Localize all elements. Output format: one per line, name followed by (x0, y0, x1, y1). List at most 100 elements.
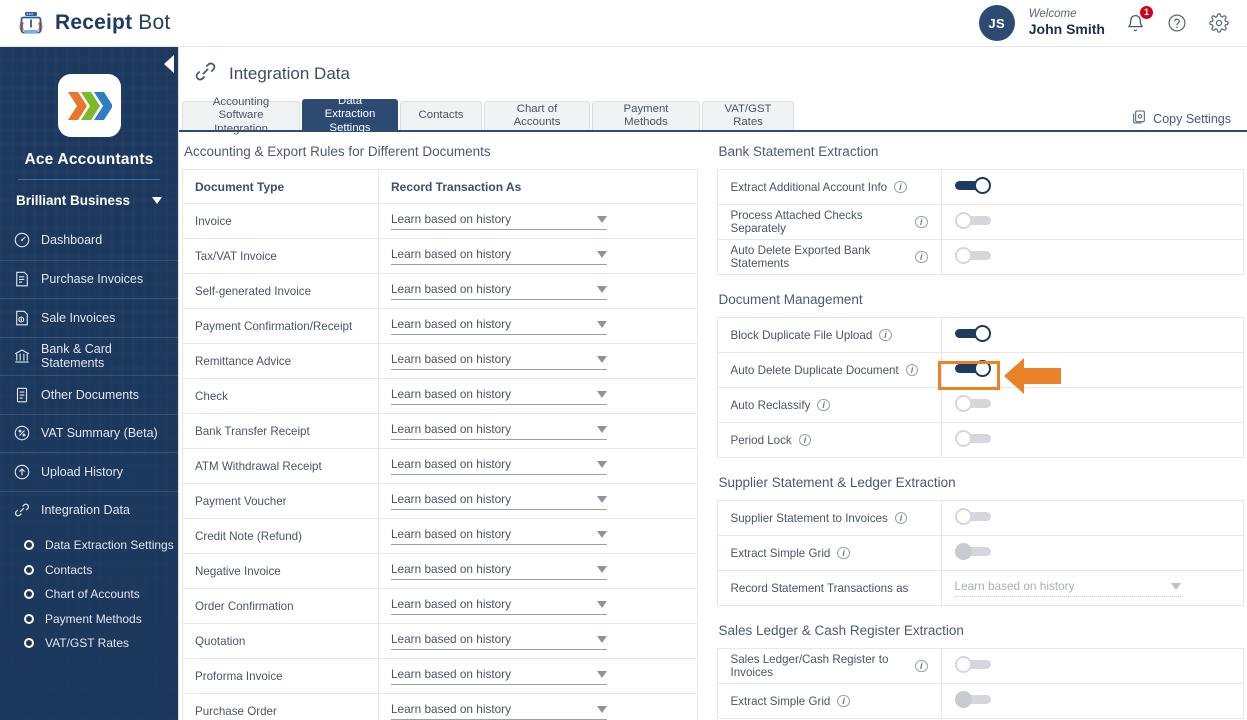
sidebar-item-vat-summary[interactable]: VAT Summary (Beta) (0, 413, 178, 453)
record-as-dropdown[interactable]: Learn based on history (391, 282, 607, 300)
tab-payment-methods[interactable]: Payment Methods (592, 101, 700, 130)
cell-record-as: Learn based on history (378, 343, 698, 379)
info-icon[interactable]: i (837, 546, 850, 560)
chevron-down-icon (597, 320, 607, 328)
info-icon[interactable]: i (915, 215, 928, 229)
record-as-dropdown[interactable]: Learn based on history (391, 247, 607, 265)
business-selector[interactable]: Brilliant Business (0, 180, 178, 221)
cell-document-type: Negative Invoice (182, 553, 379, 589)
link-chain-icon (12, 501, 31, 520)
info-icon[interactable]: i (837, 694, 850, 708)
toggle-block-duplicate-file-upload[interactable] (954, 325, 995, 342)
help-circle-icon (1168, 14, 1186, 32)
record-as-dropdown[interactable]: Learn based on history (391, 527, 607, 545)
sidebar-item-vat-gst-rates[interactable]: VAT/GST Rates (0, 631, 178, 656)
table-row: Extract Simple Grid i (716, 683, 1244, 719)
collapse-left-arrow-icon[interactable] (164, 55, 174, 73)
avatar[interactable]: JS (978, 5, 1015, 41)
chevron-down-icon (597, 565, 607, 573)
info-icon[interactable]: i (798, 433, 812, 447)
tab-accounting-software-integration[interactable]: Accounting Software Integration (182, 96, 300, 135)
toggle-sales-extract-simple-grid[interactable] (954, 691, 995, 708)
sidebar-item-purchase-invoices[interactable]: Purchase Invoices (0, 259, 178, 299)
notifications-button[interactable]: 1 (1123, 5, 1154, 35)
cell-record-as: Learn based on history (378, 238, 698, 274)
sidebar-item-other-documents[interactable]: Other Documents (0, 375, 178, 414)
toggle-supplier-statement-to-invoices[interactable] (954, 508, 995, 525)
tab-label: Contacts (418, 109, 464, 122)
tab-vat-gst-rates[interactable]: VAT/GST Rates (702, 101, 794, 130)
info-icon[interactable]: i (817, 398, 830, 412)
setting-label: Auto Delete Duplicate Document (730, 363, 899, 377)
sidebar-item-label: VAT Summary (Beta) (41, 426, 158, 441)
sidebar-item-upload-history[interactable]: Upload History (0, 452, 178, 491)
cell-record-as: Learn based on history (378, 413, 698, 449)
brand-title: Receipt Bot (55, 11, 171, 34)
record-as-dropdown[interactable]: Learn based on history (391, 492, 607, 510)
dropdown-value: Learn based on history (391, 457, 512, 471)
tab-contacts[interactable]: Contacts (400, 101, 482, 130)
help-button[interactable] (1165, 11, 1189, 35)
cell-record-as: Learn based on history (378, 623, 698, 659)
sidebar-item-dashboard[interactable]: Dashboard (0, 221, 178, 260)
copy-settings-label: Copy Settings (1153, 111, 1231, 126)
settings-button[interactable] (1207, 11, 1231, 35)
chevron-down-icon (597, 285, 607, 293)
dropdown-value: Learn based on history (391, 212, 512, 226)
toggle-supplier-extract-simple-grid[interactable] (954, 543, 995, 560)
info-icon[interactable]: i (894, 180, 907, 194)
toggle-extract-additional-account-info[interactable] (954, 177, 995, 194)
toggle-period-lock[interactable] (954, 430, 995, 447)
business-selector-label: Brilliant Business (16, 193, 131, 208)
table-row: Auto Delete Duplicate Document i (716, 352, 1244, 388)
record-as-dropdown[interactable]: Learn based on history (391, 457, 607, 475)
dropdown-value: Learn based on history (391, 702, 512, 716)
cell-document-type: Order Confirmation (182, 588, 379, 624)
welcome-block: Welcome John Smith (1029, 7, 1105, 39)
info-icon[interactable]: i (915, 250, 928, 264)
toggle-process-attached-checks-separately[interactable] (954, 212, 995, 229)
toggle-auto-delete-exported-bank-statements[interactable] (954, 247, 995, 264)
sidebar-item-contacts[interactable]: Contacts (0, 558, 178, 583)
info-icon[interactable]: i (894, 511, 908, 525)
sidebar-item-payment-methods[interactable]: Payment Methods (0, 607, 178, 632)
record-as-dropdown[interactable]: Learn based on history (391, 212, 607, 230)
sidebar-item-integration-data[interactable]: Integration Data (0, 490, 178, 530)
info-icon[interactable]: i (915, 659, 928, 673)
toggle-auto-delete-duplicate-document[interactable] (954, 360, 995, 377)
record-as-dropdown[interactable]: Learn based on history (391, 352, 607, 370)
cell-document-type: Credit Note (Refund) (182, 518, 379, 554)
record-as-dropdown[interactable]: Learn based on history (391, 667, 607, 685)
table-row: Extract Additional Account Info i (716, 169, 1244, 205)
setting-label: Period Lock (730, 433, 792, 447)
toggle-auto-reclassify[interactable] (954, 395, 995, 412)
record-as-dropdown[interactable]: Learn based on history (391, 702, 607, 720)
sidebar-item-sale-invoices[interactable]: Sale Invoices (0, 298, 178, 337)
table-row: Payment Voucher Learn based on history (182, 483, 698, 519)
setting-label-cell: Supplier Statement to Invoices i (716, 500, 942, 536)
record-as-dropdown[interactable]: Learn based on history (391, 632, 607, 650)
info-icon[interactable]: i (905, 363, 919, 377)
table-row: Payment Confirmation/Receipt Learn based… (182, 308, 698, 344)
cell-record-as: Learn based on history (378, 658, 698, 694)
record-as-dropdown[interactable]: Learn based on history (391, 562, 607, 580)
chevron-down-icon (597, 425, 607, 433)
copy-settings-button[interactable]: Copy Settings (1131, 109, 1231, 128)
sidebar-subitem-label: Contacts (45, 562, 93, 577)
tab-data-extraction-settings[interactable]: Data Extraction Settings (302, 95, 398, 134)
record-as-dropdown[interactable]: Learn based on history (391, 317, 607, 335)
sidebar-item-data-extraction-settings[interactable]: Data Extraction Settings (0, 533, 178, 558)
chevron-down-icon (1170, 582, 1181, 590)
info-icon[interactable]: i (879, 328, 892, 342)
record-as-dropdown[interactable]: Learn based on history (391, 422, 607, 440)
record-as-dropdown[interactable]: Learn based on history (391, 387, 607, 405)
sidebar-item-chart-of-accounts[interactable]: Chart of Accounts (0, 582, 178, 607)
cell-document-type: Bank Transfer Receipt (182, 413, 379, 449)
brand-logo-area[interactable]: Receipt Bot (16, 8, 170, 38)
section-title-supplier-statement-ledger-extraction: Supplier Statement & Ledger Extraction (718, 475, 956, 490)
sidebar-item-bank-card-statements[interactable]: Bank & Card Statements (0, 336, 178, 376)
chevron-down-icon (597, 355, 607, 363)
toggle-sales-ledger-cash-register-to-invoices[interactable] (954, 656, 995, 673)
record-as-dropdown[interactable]: Learn based on history (391, 597, 607, 615)
tab-chart-of-accounts[interactable]: Chart of Accounts (484, 101, 590, 130)
